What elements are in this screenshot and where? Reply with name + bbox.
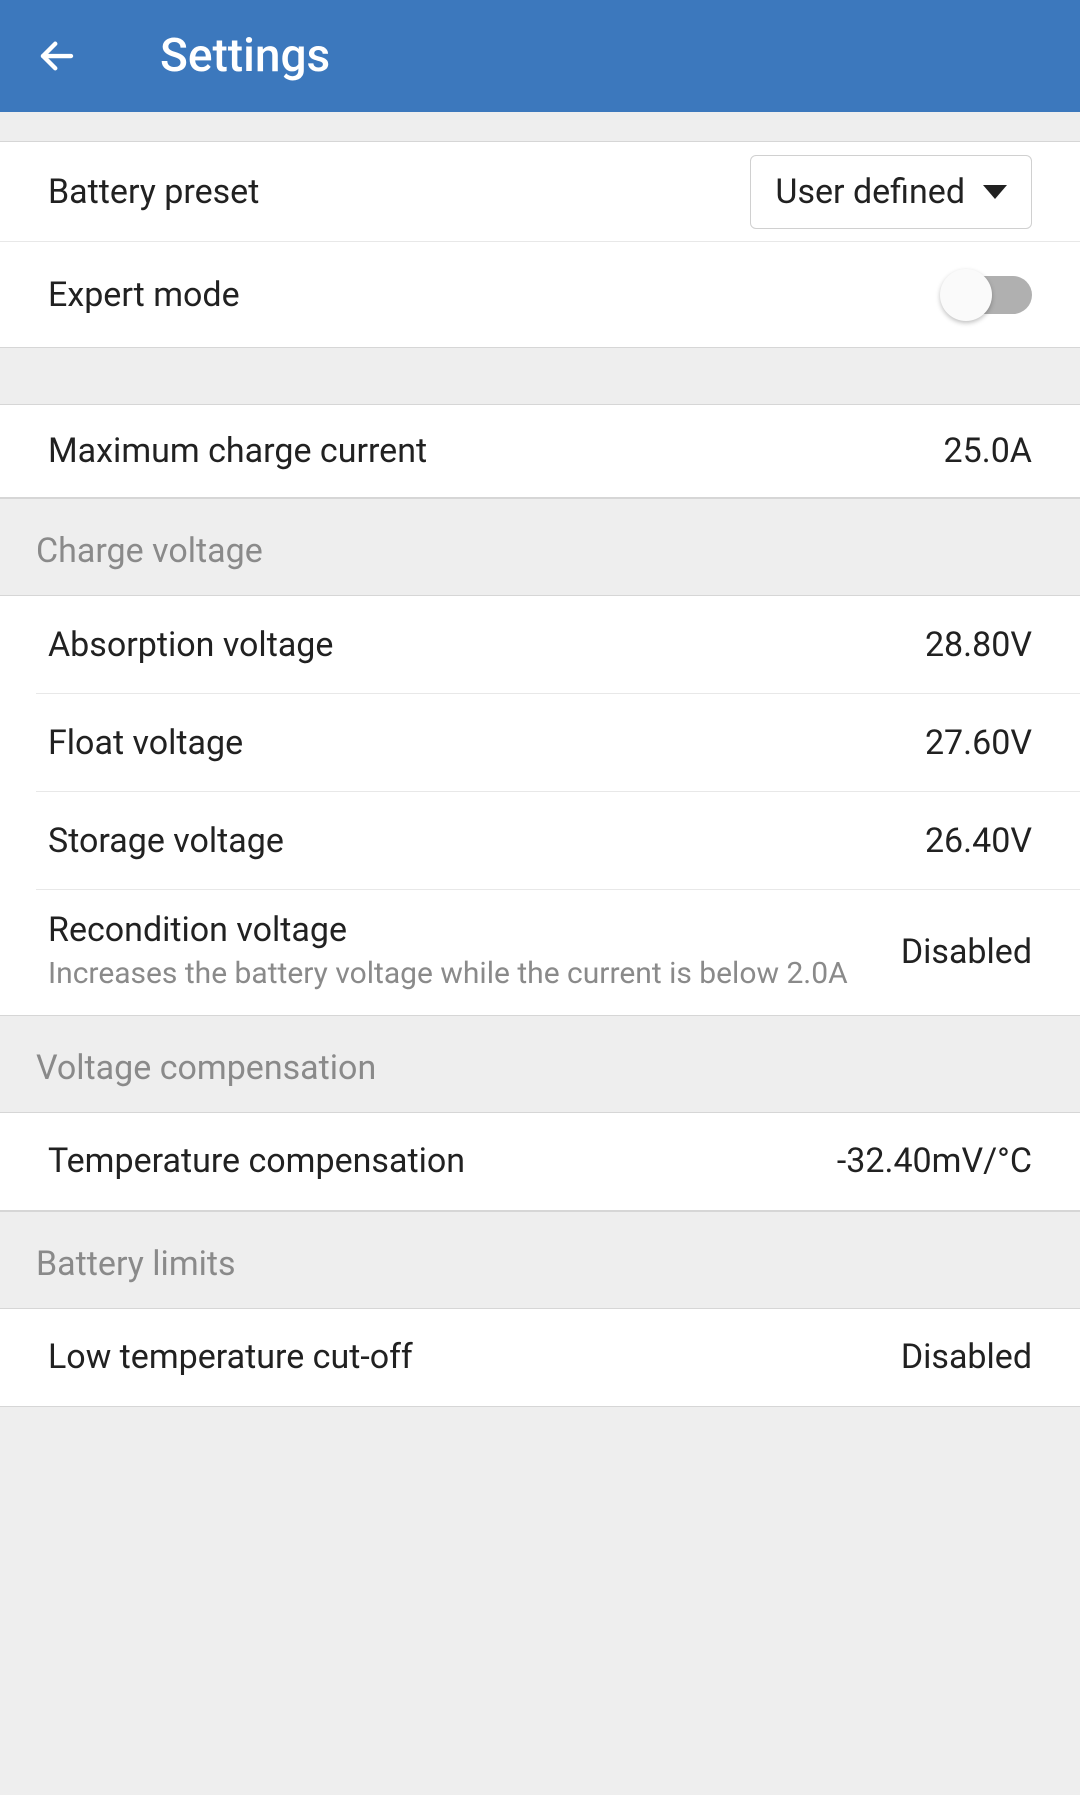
settings-content: Battery preset User defined Expert mode … xyxy=(0,112,1080,1447)
temperature-compensation-value: -32.40mV/°C xyxy=(837,1141,1032,1181)
temperature-compensation-row[interactable]: Temperature compensation -32.40mV/°C xyxy=(0,1113,1080,1210)
page-title: Settings xyxy=(160,29,330,83)
max-charge-current-row[interactable]: Maximum charge current 25.0A xyxy=(0,405,1080,497)
spacer xyxy=(0,112,1080,142)
recondition-voltage-labels: Recondition voltage Increases the batter… xyxy=(48,910,901,995)
max-charge-section: Maximum charge current 25.0A xyxy=(0,404,1080,498)
recondition-voltage-row[interactable]: Recondition voltage Increases the batter… xyxy=(36,890,1080,1015)
charge-voltage-header: Charge voltage xyxy=(0,498,1080,595)
float-voltage-value: 27.60V xyxy=(925,723,1032,763)
storage-voltage-value: 26.40V xyxy=(925,821,1032,861)
battery-preset-value: User defined xyxy=(775,172,965,212)
storage-voltage-label: Storage voltage xyxy=(48,821,284,861)
max-charge-current-value: 25.0A xyxy=(944,431,1032,471)
absorption-voltage-value: 28.80V xyxy=(925,625,1032,665)
recondition-voltage-label: Recondition voltage xyxy=(48,910,881,950)
float-voltage-row[interactable]: Float voltage 27.60V xyxy=(36,694,1080,792)
float-voltage-label: Float voltage xyxy=(48,723,243,763)
back-arrow-icon[interactable] xyxy=(36,35,78,77)
battery-limits-header: Battery limits xyxy=(0,1211,1080,1308)
charge-voltage-section: Absorption voltage 28.80V Float voltage … xyxy=(0,595,1080,1015)
recondition-voltage-value: Disabled xyxy=(901,932,1032,972)
expert-mode-label: Expert mode xyxy=(48,275,240,315)
trailing-space xyxy=(0,1407,1080,1447)
recondition-voltage-sublabel: Increases the battery voltage while the … xyxy=(48,954,881,995)
general-section: Battery preset User defined Expert mode xyxy=(0,142,1080,348)
max-charge-current-label: Maximum charge current xyxy=(48,431,427,471)
low-temp-cutoff-row[interactable]: Low temperature cut-off Disabled xyxy=(0,1309,1080,1406)
battery-preset-label: Battery preset xyxy=(48,172,259,212)
temperature-compensation-label: Temperature compensation xyxy=(48,1141,465,1181)
low-temp-cutoff-value: Disabled xyxy=(901,1337,1032,1377)
battery-preset-dropdown[interactable]: User defined xyxy=(750,155,1032,229)
app-header: Settings xyxy=(0,0,1080,112)
absorption-voltage-label: Absorption voltage xyxy=(48,625,333,665)
voltage-compensation-header: Voltage compensation xyxy=(0,1015,1080,1112)
chevron-down-icon xyxy=(983,185,1007,199)
low-temp-cutoff-label: Low temperature cut-off xyxy=(48,1337,413,1377)
absorption-voltage-row[interactable]: Absorption voltage 28.80V xyxy=(36,596,1080,694)
battery-limits-section: Low temperature cut-off Disabled xyxy=(0,1308,1080,1407)
storage-voltage-row[interactable]: Storage voltage 26.40V xyxy=(36,792,1080,890)
expert-mode-row[interactable]: Expert mode xyxy=(0,242,1080,347)
battery-preset-row[interactable]: Battery preset User defined xyxy=(0,142,1080,242)
toggle-knob xyxy=(940,269,992,321)
expert-mode-toggle[interactable] xyxy=(948,276,1032,314)
section-gap xyxy=(0,348,1080,404)
voltage-compensation-section: Temperature compensation -32.40mV/°C xyxy=(0,1112,1080,1211)
